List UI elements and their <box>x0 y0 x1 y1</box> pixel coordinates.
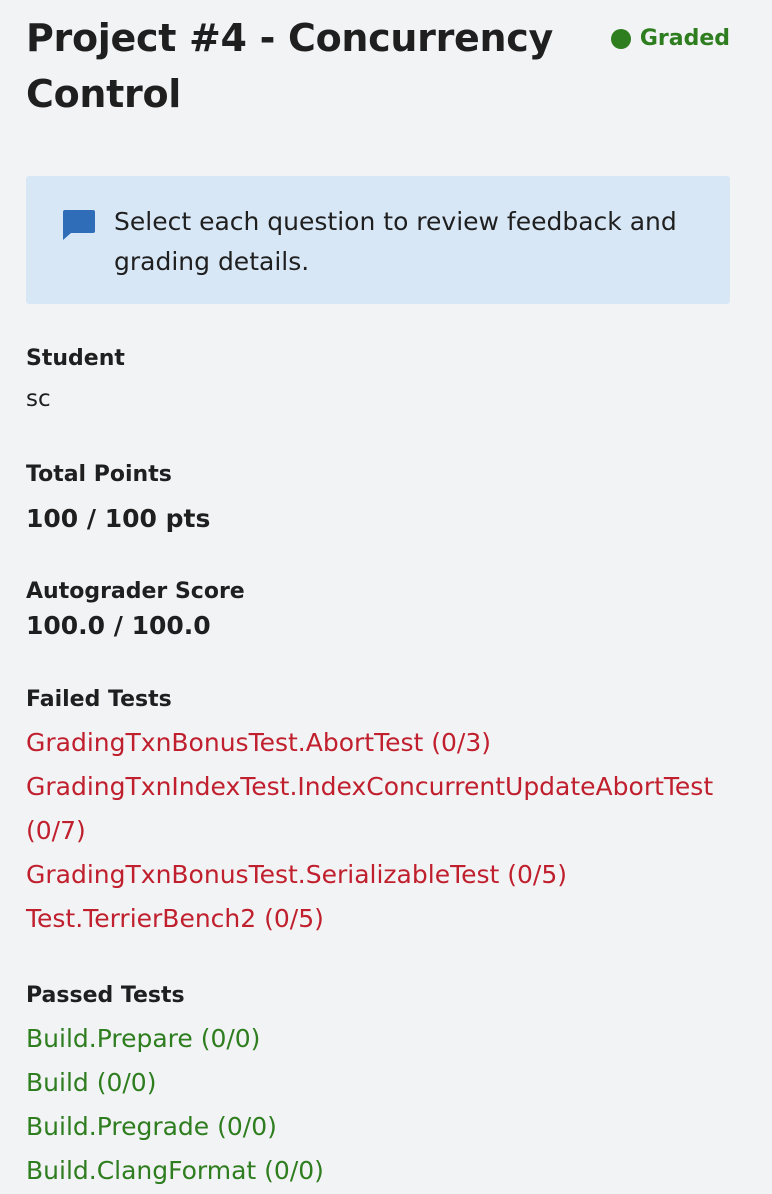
status-badge: Graded <box>610 26 730 51</box>
passed-tests-section: Passed Tests Build.Prepare (0/0) Build (… <box>26 981 766 1193</box>
total-points-label: Total Points <box>26 462 172 487</box>
autograder-section: Autograder Score 100.0 / 100.0 <box>26 577 766 643</box>
autograder-label: Autograder Score <box>26 579 245 604</box>
passed-test-item[interactable]: Build.ClangFormat (0/0) <box>26 1149 766 1193</box>
passed-test-item[interactable]: Build.Prepare (0/0) <box>26 1017 766 1061</box>
passed-tests-label: Passed Tests <box>26 983 185 1008</box>
passed-test-item[interactable]: Build.Pregrade (0/0) <box>26 1105 766 1149</box>
page-header: Project #4 - Concurrency Control Graded <box>26 10 730 122</box>
status-label: Graded <box>639 26 730 51</box>
comment-icon <box>63 210 95 240</box>
failed-tests-section: Failed Tests GradingTxnBonusTest.AbortTe… <box>26 685 766 941</box>
submission-page: Project #4 - Concurrency Control Graded … <box>0 0 772 1194</box>
passed-test-item[interactable]: Build (0/0) <box>26 1061 766 1105</box>
student-section: Student sc <box>26 344 766 416</box>
student-value: sc <box>26 386 51 412</box>
autograder-value: 100.0 / 100.0 <box>26 611 211 640</box>
page-title: Project #4 - Concurrency Control <box>26 16 553 116</box>
info-notice: Select each question to review feedback … <box>26 176 730 304</box>
passed-tests-list: Build.Prepare (0/0) Build (0/0) Build.Pr… <box>26 1017 766 1193</box>
failed-test-item[interactable]: GradingTxnBonusTest.AbortTest (0/3) <box>26 721 766 765</box>
failed-test-item[interactable]: GradingTxnBonusTest.SerializableTest (0/… <box>26 853 766 897</box>
status-dot-icon <box>610 28 631 49</box>
failed-test-item[interactable]: Test.TerrierBench2 (0/5) <box>26 897 766 941</box>
failed-tests-label: Failed Tests <box>26 687 172 712</box>
total-points-section: Total Points 100 / 100 pts <box>26 460 766 536</box>
notice-text: Select each question to review feedback … <box>114 207 677 276</box>
failed-tests-list: GradingTxnBonusTest.AbortTest (0/3) Grad… <box>26 721 766 941</box>
student-label: Student <box>26 346 125 371</box>
failed-test-item[interactable]: GradingTxnIndexTest.IndexConcurrentUpdat… <box>26 765 766 853</box>
total-points-value: 100 / 100 pts <box>26 504 211 533</box>
